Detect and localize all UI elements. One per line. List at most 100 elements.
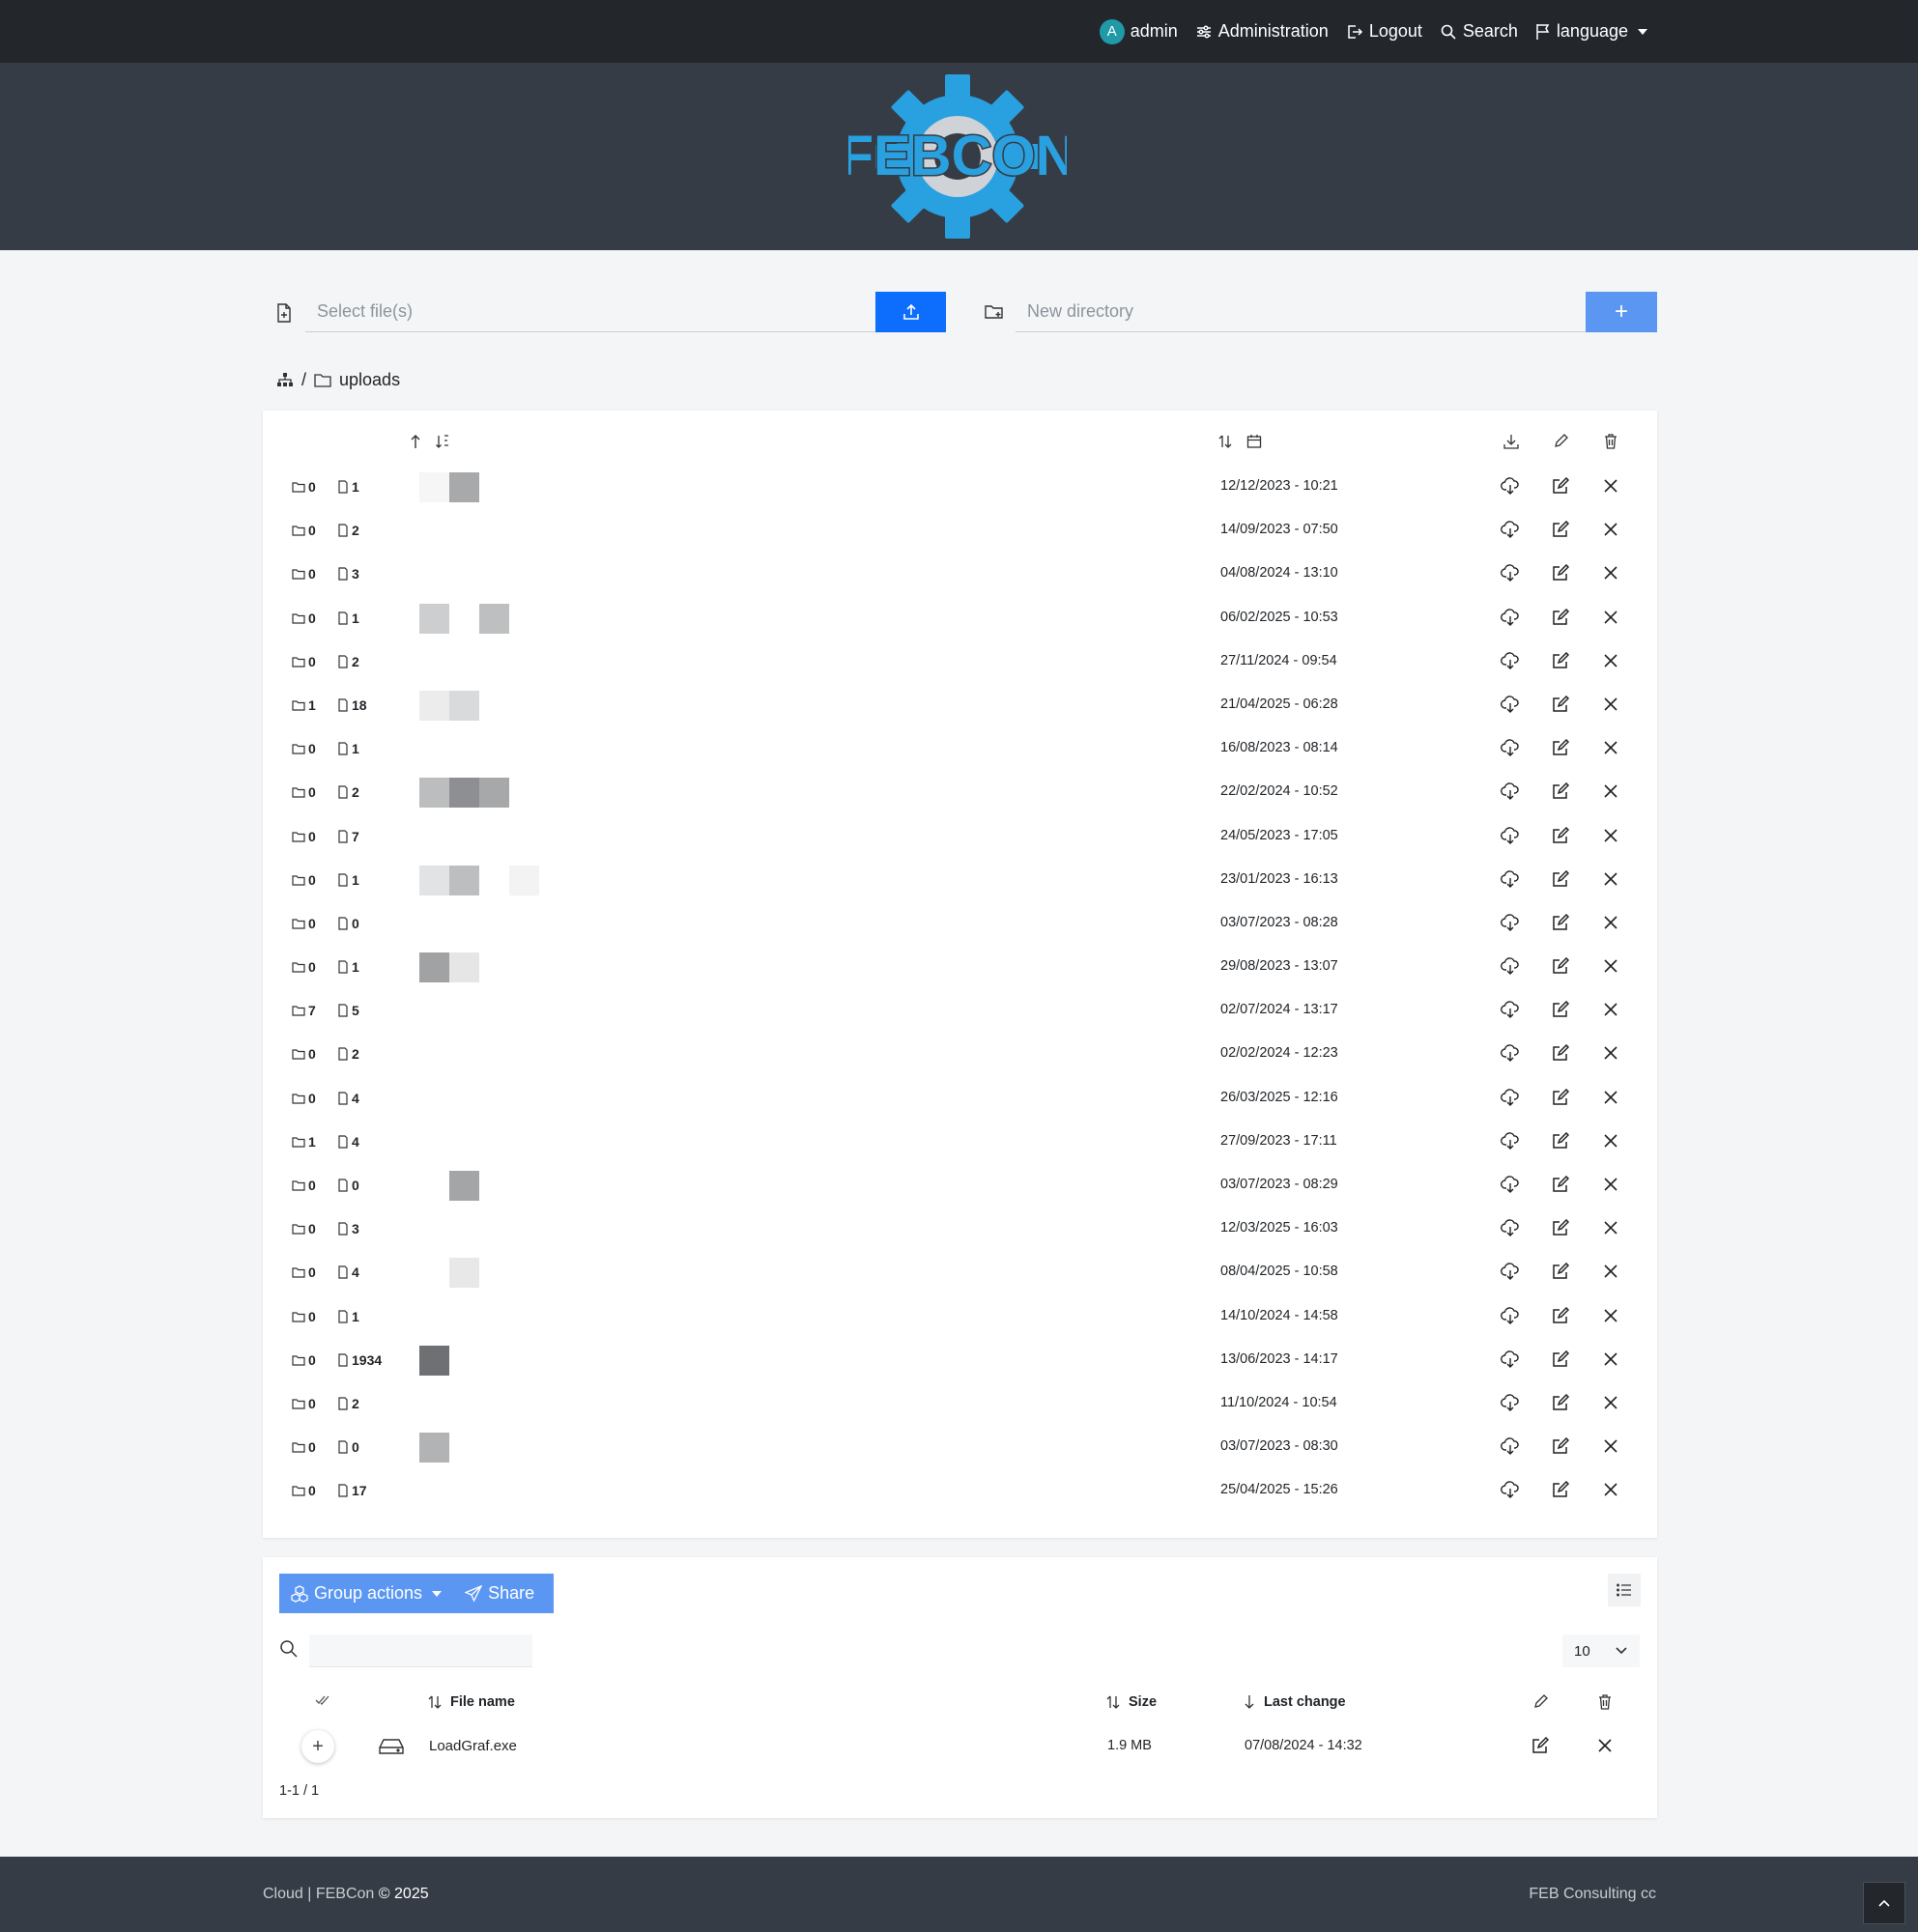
close-icon[interactable] (1603, 1438, 1618, 1454)
download-cloud-icon[interactable] (1501, 1393, 1520, 1412)
sort-asc-icon[interactable] (409, 434, 422, 449)
file-name[interactable]: LoadGraf.exe (429, 1738, 517, 1754)
table-row[interactable]: + LoadGraf.exe 1.9 MB 07/08/2024 - 14:32 (263, 1726, 1657, 1769)
edit-icon[interactable] (1552, 521, 1569, 538)
close-icon[interactable] (1603, 1351, 1618, 1367)
directory-row[interactable]: 0 1 16/08/2023 - 08:14 (263, 726, 1657, 770)
edit-icon[interactable] (1552, 1481, 1569, 1498)
directory-row[interactable]: 0 2 27/11/2024 - 09:54 (263, 639, 1657, 683)
download-cloud-icon[interactable] (1501, 1436, 1520, 1456)
select-all-check-icon[interactable] (315, 1694, 330, 1706)
edit-icon[interactable] (1552, 1306, 1569, 1324)
logout-link[interactable]: Logout (1346, 21, 1422, 42)
header-last-change[interactable]: Last change (1243, 1694, 1346, 1710)
directory-thumbnails[interactable] (419, 603, 509, 634)
directory-thumbnails[interactable] (419, 1433, 449, 1463)
file-search-input[interactable] (309, 1634, 532, 1667)
edit-icon[interactable] (1552, 695, 1569, 713)
download-header-icon[interactable] (1503, 434, 1520, 449)
close-icon[interactable] (1603, 871, 1618, 887)
download-cloud-icon[interactable] (1501, 1131, 1520, 1151)
directory-row[interactable]: 7 5 02/07/2024 - 13:17 (263, 988, 1657, 1032)
directory-row[interactable]: 1 18 21/04/2025 - 06:28 (263, 683, 1657, 726)
edit-icon[interactable] (1552, 1088, 1569, 1106)
edit-icon[interactable] (1552, 564, 1569, 582)
edit-icon[interactable] (1552, 826, 1569, 844)
close-icon[interactable] (1603, 1264, 1618, 1279)
close-icon[interactable] (1603, 565, 1618, 581)
directory-row[interactable]: 0 2 02/02/2024 - 12:23 (263, 1032, 1657, 1075)
edit-icon[interactable] (1552, 957, 1569, 975)
download-cloud-icon[interactable] (1501, 1350, 1520, 1369)
directory-row[interactable]: 0 2 11/10/2024 - 10:54 (263, 1381, 1657, 1425)
directory-row[interactable]: 0 1 23/01/2023 - 16:13 (263, 858, 1657, 901)
download-cloud-icon[interactable] (1501, 563, 1520, 582)
directory-row[interactable]: 0 1 14/10/2024 - 14:58 (263, 1294, 1657, 1338)
close-icon[interactable] (1603, 1133, 1618, 1149)
edit-icon[interactable] (1552, 608, 1569, 626)
calendar-icon[interactable] (1246, 434, 1262, 449)
close-icon[interactable] (1603, 740, 1618, 755)
edit-icon[interactable] (1552, 1001, 1569, 1018)
directory-row[interactable]: 0 1 12/12/2023 - 10:21 (263, 465, 1657, 508)
download-cloud-icon[interactable] (1501, 869, 1520, 889)
edit-icon[interactable] (1532, 1737, 1549, 1754)
download-cloud-icon[interactable] (1501, 1262, 1520, 1281)
directory-row[interactable]: 1 4 27/09/2023 - 17:11 (263, 1120, 1657, 1163)
edit-icon[interactable] (1552, 869, 1569, 888)
directory-row[interactable]: 0 0 03/07/2023 - 08:28 (263, 901, 1657, 945)
edit-icon[interactable] (1552, 1350, 1569, 1368)
close-icon[interactable] (1603, 1177, 1618, 1192)
close-icon[interactable] (1603, 653, 1618, 668)
close-icon[interactable] (1603, 828, 1618, 843)
edit-icon[interactable] (1552, 1219, 1569, 1236)
close-icon[interactable] (1603, 696, 1618, 712)
pencil-header-icon[interactable] (1553, 434, 1568, 449)
edit-icon[interactable] (1552, 782, 1569, 800)
directory-row[interactable]: 0 1 29/08/2023 - 13:07 (263, 945, 1657, 988)
download-cloud-icon[interactable] (1501, 1306, 1520, 1325)
edit-icon[interactable] (1552, 1176, 1569, 1193)
sort-toggle-icon[interactable] (1217, 434, 1233, 449)
edit-icon[interactable] (1552, 739, 1569, 756)
directory-thumbnails[interactable] (419, 1345, 449, 1376)
close-icon[interactable] (1603, 1220, 1618, 1236)
directory-row[interactable]: 0 7 24/05/2023 - 17:05 (263, 814, 1657, 858)
scroll-top-button[interactable] (1863, 1882, 1905, 1924)
download-cloud-icon[interactable] (1501, 695, 1520, 714)
new-directory-input[interactable]: New directory (1016, 292, 1586, 332)
directory-thumbnails[interactable] (419, 1171, 479, 1201)
language-dropdown[interactable]: language (1535, 21, 1647, 42)
per-page-select[interactable]: 10 (1562, 1634, 1640, 1667)
directory-row[interactable]: 0 3 12/03/2025 - 16:03 (263, 1207, 1657, 1250)
file-select-input[interactable]: Select file(s) (305, 292, 875, 332)
edit-icon[interactable] (1552, 913, 1569, 931)
directory-row[interactable]: 0 4 26/03/2025 - 12:16 (263, 1076, 1657, 1120)
edit-icon[interactable] (1552, 1437, 1569, 1455)
download-cloud-icon[interactable] (1501, 1218, 1520, 1237)
edit-icon[interactable] (1552, 1393, 1569, 1411)
sort-alpha-icon[interactable] (435, 434, 450, 449)
download-cloud-icon[interactable] (1501, 476, 1520, 496)
search-link[interactable]: Search (1440, 21, 1518, 42)
close-icon[interactable] (1603, 915, 1618, 930)
directory-row[interactable]: 0 0 03/07/2023 - 08:29 (263, 1163, 1657, 1207)
download-cloud-icon[interactable] (1501, 956, 1520, 976)
header-size[interactable]: Size (1105, 1694, 1157, 1710)
share-button[interactable]: Share (453, 1574, 546, 1613)
close-icon[interactable] (1597, 1738, 1613, 1753)
directory-row[interactable]: 0 1934 13/06/2023 - 14:17 (263, 1338, 1657, 1381)
trash-header-icon[interactable] (1603, 434, 1618, 449)
download-cloud-icon[interactable] (1501, 1088, 1520, 1107)
administration-link[interactable]: Administration (1195, 21, 1329, 42)
upload-button[interactable] (875, 292, 946, 332)
download-cloud-icon[interactable] (1501, 738, 1520, 757)
header-file-name[interactable]: File name (427, 1694, 515, 1710)
close-icon[interactable] (1603, 1045, 1618, 1061)
close-icon[interactable] (1603, 1308, 1618, 1323)
download-cloud-icon[interactable] (1501, 608, 1520, 627)
user-menu[interactable]: A admin (1099, 18, 1178, 44)
directory-row[interactable]: 0 1 06/02/2025 - 10:53 (263, 596, 1657, 639)
directory-row[interactable]: 0 17 25/04/2025 - 15:26 (263, 1468, 1657, 1512)
close-icon[interactable] (1603, 522, 1618, 537)
